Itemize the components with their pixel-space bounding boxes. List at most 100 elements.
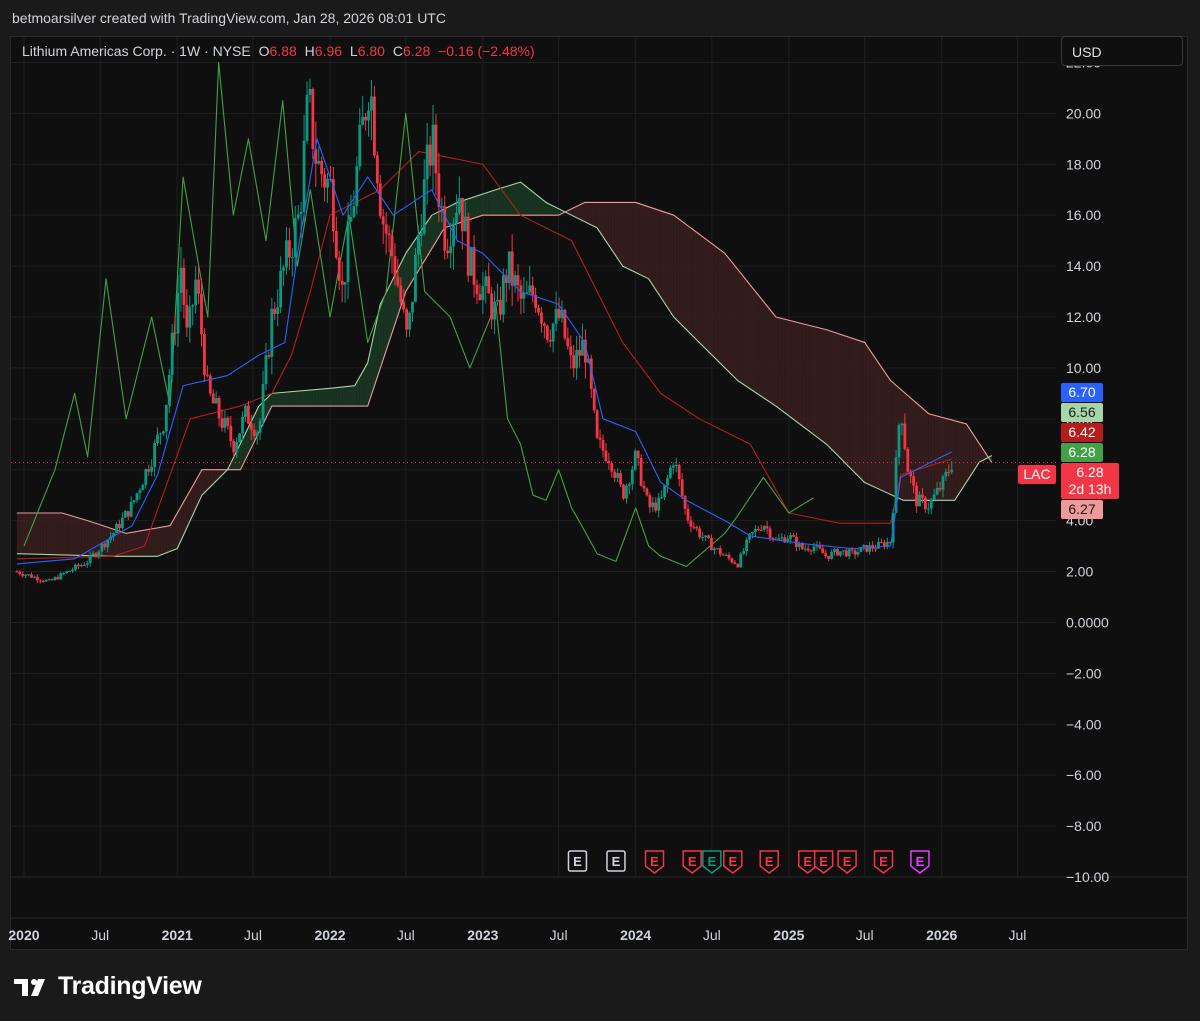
candle-down[interactable]	[642, 485, 646, 489]
candle-down[interactable]	[126, 511, 130, 517]
candle-down[interactable]	[197, 279, 200, 294]
candle-down[interactable]	[323, 174, 326, 188]
candle-up[interactable]	[753, 529, 757, 533]
candle-up[interactable]	[293, 218, 297, 258]
candle-up[interactable]	[135, 493, 139, 501]
candle-up[interactable]	[935, 488, 939, 495]
earnings-marker[interactable]: E	[702, 850, 722, 874]
candle-up[interactable]	[276, 307, 280, 315]
candle-up[interactable]	[425, 144, 429, 180]
candle-down[interactable]	[373, 96, 376, 156]
candle-up[interactable]	[176, 292, 180, 334]
candle-down[interactable]	[736, 563, 740, 568]
candle-down[interactable]	[578, 350, 581, 356]
candle-up[interactable]	[581, 339, 584, 356]
candle-up[interactable]	[164, 404, 168, 432]
candle-down[interactable]	[390, 235, 394, 257]
candle-up[interactable]	[91, 553, 95, 556]
candle-up[interactable]	[223, 417, 227, 428]
candle-up[interactable]	[238, 433, 241, 442]
candle-up[interactable]	[449, 246, 453, 254]
candle-down[interactable]	[947, 471, 951, 473]
candle-down[interactable]	[677, 464, 681, 480]
candle-up[interactable]	[97, 551, 101, 557]
candle-down[interactable]	[487, 276, 491, 294]
candle-up[interactable]	[780, 537, 784, 539]
candle-up[interactable]	[188, 306, 192, 328]
candle-down[interactable]	[393, 256, 397, 277]
candle-up[interactable]	[625, 485, 628, 499]
candle-up[interactable]	[150, 466, 154, 472]
candle-down[interactable]	[232, 441, 236, 453]
candle-up[interactable]	[299, 211, 303, 215]
candle-down[interactable]	[707, 535, 710, 539]
candle-up[interactable]	[88, 555, 92, 564]
candle-down[interactable]	[384, 224, 388, 234]
candle-down[interactable]	[21, 574, 25, 576]
candle-down[interactable]	[118, 523, 121, 529]
candle-down[interactable]	[598, 437, 602, 440]
candle-down[interactable]	[730, 558, 734, 563]
earnings-marker[interactable]: E	[910, 850, 930, 874]
candle-up[interactable]	[496, 299, 499, 302]
candle-up[interactable]	[877, 541, 880, 549]
candle-up[interactable]	[161, 431, 165, 434]
candle-up[interactable]	[419, 233, 423, 236]
candle-up[interactable]	[513, 275, 517, 286]
candle-down[interactable]	[267, 355, 271, 357]
candle-up[interactable]	[918, 494, 921, 507]
candle-down[interactable]	[510, 251, 514, 286]
candle-down[interactable]	[229, 425, 233, 442]
candle-down[interactable]	[490, 293, 494, 320]
candle-down[interactable]	[572, 355, 576, 369]
candle-up[interactable]	[666, 477, 669, 486]
earnings-marker[interactable]: E	[837, 850, 857, 874]
candle-up[interactable]	[62, 573, 66, 575]
currency-selector[interactable]: USD	[1061, 36, 1183, 66]
candle-up[interactable]	[71, 569, 74, 571]
candle-down[interactable]	[405, 309, 409, 330]
candle-down[interactable]	[211, 393, 215, 404]
candle-down[interactable]	[827, 555, 831, 559]
candle-down[interactable]	[475, 284, 479, 295]
candle-down[interactable]	[203, 333, 206, 375]
candle-down[interactable]	[613, 471, 617, 478]
candle-down[interactable]	[759, 529, 763, 531]
candle-up[interactable]	[79, 564, 83, 567]
candle-up[interactable]	[926, 508, 930, 510]
candle-down[interactable]	[865, 545, 869, 552]
candle-down[interactable]	[249, 423, 253, 430]
candle-up[interactable]	[191, 305, 195, 307]
candle-up[interactable]	[493, 301, 496, 320]
candle-up[interactable]	[343, 281, 347, 285]
candle-up[interactable]	[326, 178, 329, 188]
earnings-marker[interactable]: E	[682, 850, 702, 874]
candle-down[interactable]	[364, 116, 368, 121]
candle-up[interactable]	[24, 574, 28, 576]
candle-down[interactable]	[765, 526, 769, 529]
candle-down[interactable]	[205, 374, 209, 376]
candle-up[interactable]	[651, 502, 655, 508]
candle-down[interactable]	[903, 423, 907, 449]
candle-up[interactable]	[847, 549, 851, 557]
candle-up[interactable]	[255, 432, 259, 437]
candle-up[interactable]	[100, 543, 104, 552]
candle-down[interactable]	[639, 458, 643, 486]
candle-up[interactable]	[416, 235, 420, 255]
earnings-marker[interactable]: E	[567, 850, 588, 872]
candle-up[interactable]	[862, 545, 866, 548]
candle-up[interactable]	[355, 166, 359, 207]
candle-up[interactable]	[167, 374, 171, 405]
candle-up[interactable]	[279, 270, 283, 308]
candle-up[interactable]	[408, 312, 411, 330]
candle-down[interactable]	[217, 398, 221, 419]
candle-up[interactable]	[290, 257, 294, 259]
candle-up[interactable]	[68, 570, 72, 572]
candle-down[interactable]	[246, 405, 250, 424]
candle-up[interactable]	[431, 124, 435, 166]
candle-up[interactable]	[159, 433, 162, 435]
earnings-marker[interactable]: E	[813, 850, 834, 874]
candle-up[interactable]	[85, 563, 89, 565]
candle-up[interactable]	[944, 471, 948, 477]
candle-down[interactable]	[542, 323, 546, 326]
